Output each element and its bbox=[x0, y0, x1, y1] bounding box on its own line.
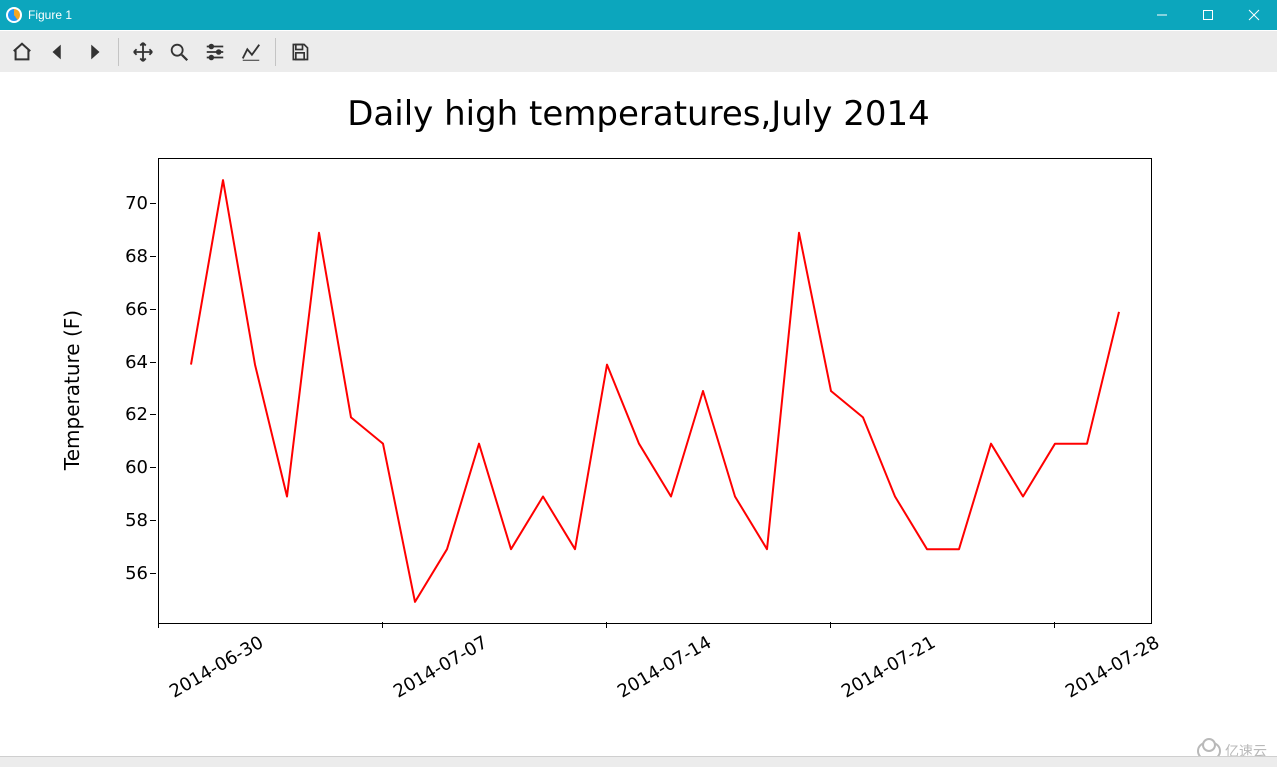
close-button[interactable] bbox=[1231, 0, 1277, 30]
window-titlebar: Figure 1 bbox=[0, 0, 1277, 30]
forward-button[interactable] bbox=[76, 34, 112, 70]
x-tick-label: 2014-07-07 bbox=[390, 632, 491, 702]
pan-button[interactable] bbox=[125, 34, 161, 70]
y-tick: 62 bbox=[0, 404, 148, 425]
zoom-button[interactable] bbox=[161, 34, 197, 70]
y-axis-label: Temperature (F) bbox=[58, 158, 86, 622]
matplotlib-toolbar bbox=[0, 30, 1277, 74]
save-button[interactable] bbox=[282, 34, 318, 70]
x-tick-label: 2014-07-28 bbox=[1062, 632, 1163, 702]
x-tick-mark bbox=[158, 622, 159, 628]
axes-frame bbox=[158, 158, 1152, 624]
home-button[interactable] bbox=[4, 34, 40, 70]
chart-title: Daily high temperatures,July 2014 bbox=[0, 94, 1277, 134]
y-tick: 58 bbox=[0, 510, 148, 531]
y-tick: 64 bbox=[0, 352, 148, 373]
status-bar bbox=[0, 756, 1277, 767]
maximize-button[interactable] bbox=[1185, 0, 1231, 30]
configure-subplots-button[interactable] bbox=[197, 34, 233, 70]
x-tick-label: 2014-07-14 bbox=[614, 632, 715, 702]
figure-canvas[interactable]: Daily high temperatures,July 2014 Temper… bbox=[0, 72, 1277, 755]
line-plot bbox=[159, 159, 1151, 623]
minimize-button[interactable] bbox=[1139, 0, 1185, 30]
y-tick: 68 bbox=[0, 246, 148, 267]
edit-axis-button[interactable] bbox=[233, 34, 269, 70]
x-tick-label: 2014-06-30 bbox=[166, 632, 267, 702]
app-icon bbox=[6, 7, 22, 23]
x-tick-mark bbox=[382, 622, 383, 628]
y-tick: 60 bbox=[0, 457, 148, 478]
x-tick-label: 2014-07-21 bbox=[838, 632, 939, 702]
x-tick-mark bbox=[1054, 622, 1055, 628]
back-button[interactable] bbox=[40, 34, 76, 70]
x-tick-mark bbox=[606, 622, 607, 628]
y-tick: 66 bbox=[0, 299, 148, 320]
y-tick: 70 bbox=[0, 193, 148, 214]
window-title: Figure 1 bbox=[28, 8, 72, 22]
x-tick-mark bbox=[830, 622, 831, 628]
y-tick: 56 bbox=[0, 563, 148, 584]
